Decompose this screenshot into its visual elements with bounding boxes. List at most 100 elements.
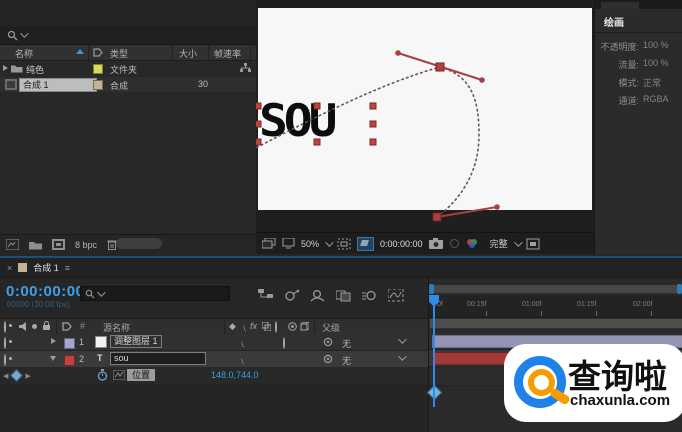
stopwatch-icon[interactable] [97,369,108,381]
column-framerate[interactable]: 帧速率 [214,47,241,60]
opacity-value[interactable]: 100 % [643,40,669,50]
flow-value[interactable]: 100 % [643,58,669,68]
resolution-value[interactable]: 完整 [490,237,508,250]
layer1-eye-icon[interactable] [4,338,6,348]
always-preview-icon[interactable] [262,238,276,249]
layer2-pickwhip-icon[interactable] [323,354,333,364]
current-timecode[interactable]: 0:00:00:00 [6,283,84,300]
composition-flowchart-icon[interactable] [258,289,273,302]
paint-panel-tabstrip[interactable] [595,0,682,9]
navigator-start-handle[interactable] [429,284,434,294]
frame-blending-icon[interactable] [336,289,351,302]
previous-keyframe-icon[interactable]: ◀ [3,372,8,380]
resolution-chevron-icon[interactable] [514,238,522,246]
layer1-parent-dropdown[interactable]: 无 [342,337,351,350]
label-column-tag-icon[interactable] [93,48,103,57]
time-navigator-bar[interactable] [431,285,681,293]
layer1-quality-switch-icon[interactable]: ﹨ [238,337,247,350]
timeline-search-box[interactable] [80,286,230,301]
channels-value[interactable]: RGBA [643,94,669,104]
work-area-bar[interactable] [429,318,682,329]
graph-editor-icon[interactable] [388,289,404,302]
solo-column-icon[interactable] [32,324,37,329]
layer1-label-swatch[interactable] [64,338,75,349]
project-row-comp1[interactable]: 合成 1 合成 30 [0,77,256,92]
item-name-edit-field[interactable]: 合成 1 [19,78,97,92]
position-property-row[interactable]: ◀ ▶ 位置 148.0,744.0 [0,367,428,385]
layer1-adjustment-icon[interactable] [283,338,285,348]
magnification-chevron-icon[interactable] [325,238,333,246]
timeline-tab-title[interactable]: 合成 1 [33,261,59,274]
project-row-solids-folder[interactable]: 纯色 文件夹 [0,61,256,76]
position-value[interactable]: 148.0,744.0 [211,370,259,380]
layer2-collapse-icon[interactable] [50,356,56,361]
show-channels-icon[interactable] [466,238,480,249]
snapshot-camera-icon[interactable] [429,238,443,249]
column-type[interactable]: 类型 [110,47,128,60]
column-name[interactable]: 名称 [15,47,33,60]
layer1-pickwhip-icon[interactable] [323,337,333,347]
navigator-end-handle[interactable] [677,284,682,294]
paint-panel-title[interactable]: 绘画 [604,14,624,29]
layer2-parent-chevron-icon[interactable] [398,352,406,360]
transparency-grid-icon[interactable] [357,237,374,251]
magnification-value[interactable]: 50% [301,239,319,249]
layer1-parent-chevron-icon[interactable] [398,335,406,343]
layer2-eye-icon[interactable] [4,355,6,365]
position-property-name[interactable]: 位置 [127,369,155,381]
layer2-parent-dropdown[interactable]: 无 [342,354,351,367]
playhead-line[interactable] [433,295,435,407]
new-composition-icon[interactable] [52,239,65,250]
layer-row-1[interactable]: 1 调整图层 1 ﹨ 无 [0,334,428,351]
video-visibility-column-eye-icon[interactable] [4,322,6,332]
quality-switch-icon[interactable]: ◆ [229,321,236,332]
collapse-switch-icon[interactable]: ﹨ [240,321,249,334]
new-folder-icon[interactable] [29,240,42,250]
viewer-timecode[interactable]: 0:00:00:00 [380,239,423,249]
layer-number-column[interactable]: # [80,321,85,331]
threed-switch-icon[interactable] [300,322,309,331]
layer2-name-edit-field[interactable]: sou [110,352,206,365]
draft-3d-icon[interactable] [284,289,299,302]
layer1-name[interactable]: 调整图层 1 [110,335,162,348]
bit-depth-button[interactable]: 8 bpc [75,240,97,250]
project-column-header[interactable]: 名称 类型 大小 帧速率 [0,45,256,61]
panel-menu-icon[interactable]: ≡ [65,263,69,273]
layer2-label-swatch[interactable] [64,355,75,366]
target-region-icon[interactable] [526,238,540,250]
layer2-quality-switch-icon[interactable]: ﹨ [238,354,247,367]
audio-column-speaker-icon[interactable] [19,322,28,331]
fx-switch-icon[interactable]: fx [250,321,257,331]
horizontal-scrollbar-thumb[interactable] [116,238,162,249]
time-ruler[interactable]: 0f 00:15f 01:00f 01:15f 02:00f [429,295,682,318]
canvas-text-sou[interactable]: SOU [259,103,333,141]
label-column-tag-icon[interactable] [62,322,72,331]
layer-row-2[interactable]: 2 T sou ﹨ 无 [0,351,428,368]
adjustment-switch-icon[interactable] [288,322,297,331]
layer1-expand-icon[interactable] [51,338,56,344]
expand-folder-icon[interactable] [3,65,8,71]
label-color-swatch[interactable] [93,64,103,74]
show-snapshot-icon[interactable] [449,238,460,249]
mode-value[interactable]: 正常 [643,76,661,89]
keyframe-toggle-icon[interactable] [11,369,24,382]
hide-shy-layers-icon[interactable] [310,289,325,302]
close-tab-icon[interactable]: × [7,263,12,273]
interpret-footage-icon[interactable] [6,239,19,250]
motion-blur-icon[interactable] [362,289,377,302]
lock-column-icon[interactable] [42,321,51,331]
next-keyframe-icon[interactable]: ▶ [25,372,30,380]
column-size[interactable]: 大小 [179,47,197,60]
primary-viewer-icon[interactable] [282,238,295,249]
region-of-interest-icon[interactable] [337,238,351,250]
motion-blur-switch-icon[interactable] [275,322,277,332]
parent-column[interactable]: 父级 [322,321,340,334]
sort-ascending-icon[interactable] [76,49,84,54]
label-color-swatch[interactable] [93,80,103,90]
project-search-box[interactable] [0,26,256,45]
frame-blend-switch-icon[interactable] [262,322,271,331]
item-name[interactable]: 纯色 [26,63,44,76]
search-options-chevron-icon[interactable] [20,29,28,37]
property-graph-icon[interactable] [113,370,125,380]
source-name-column[interactable]: 源名称 [103,321,130,334]
